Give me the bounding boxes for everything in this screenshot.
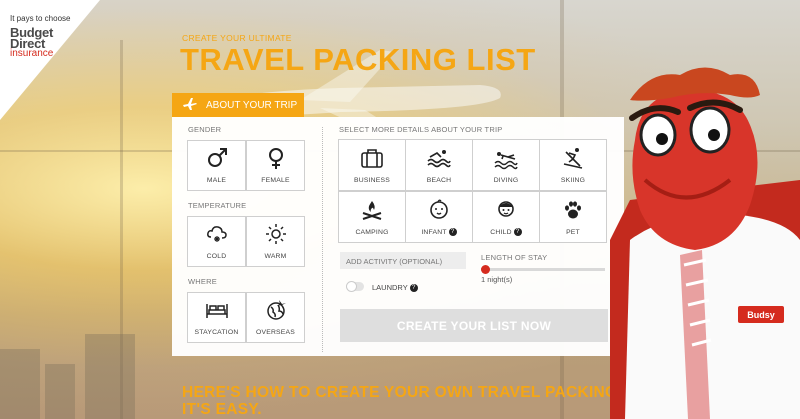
globe-icon (264, 298, 288, 324)
length-of-stay-slider[interactable] (481, 268, 605, 271)
cold-icon (205, 222, 229, 248)
help-icon[interactable]: ? (448, 228, 457, 236)
toggle-knob (346, 281, 357, 292)
howto-heading-line2: IT'S EASY. (182, 401, 262, 418)
column-divider (322, 127, 323, 352)
skier-icon (561, 146, 585, 172)
option-label: COLD (206, 253, 227, 260)
page-title: TRAVEL PACKING LIST (180, 42, 536, 77)
length-of-stay-value: 1 night(s) (481, 275, 513, 284)
bed-icon (205, 298, 229, 324)
waves-icon (427, 146, 451, 172)
detail-business-option[interactable]: BUSINESS (338, 139, 406, 191)
option-label: DIVING (493, 177, 519, 184)
help-icon[interactable]: ? (409, 284, 418, 293)
briefcase-icon (360, 146, 384, 172)
temperature-cold-option[interactable]: COLD (187, 216, 246, 267)
where-staycation-option[interactable]: STAYCATION (187, 292, 246, 343)
paw-icon (561, 198, 585, 224)
background-building (0, 349, 40, 419)
option-label: BUSINESS (354, 177, 390, 184)
add-activity-input[interactable]: ADD ACTIVITY (OPTIONAL) (340, 252, 466, 269)
option-label: CAMPING (355, 229, 389, 236)
brand-insurance: insurance (10, 48, 54, 59)
male-icon (205, 146, 229, 172)
detail-child-option[interactable]: CHILD? (472, 191, 540, 243)
detail-infant-option[interactable]: INFANT? (405, 191, 473, 243)
option-label: STAYCATION (194, 329, 239, 336)
detail-diving-option[interactable]: DIVING (472, 139, 540, 191)
baby-icon (427, 197, 451, 223)
campfire-icon (360, 198, 384, 224)
howto-heading-line1: HERE'S HOW TO CREATE YOUR OWN TRAVEL PAC… (182, 384, 660, 401)
sun-icon (264, 222, 288, 248)
help-icon[interactable]: ? (513, 228, 522, 236)
option-label: SKIING (560, 177, 586, 184)
detail-pet-option[interactable]: PET (539, 191, 607, 243)
gender-female-option[interactable]: FEMALE (246, 140, 305, 191)
brand-logo[interactable]: Budget Direct (10, 26, 53, 50)
detail-camping-option[interactable]: CAMPING (338, 191, 406, 243)
option-label: FEMALE (261, 177, 290, 184)
background-building (85, 334, 135, 419)
option-label: CHILD? (490, 228, 522, 236)
female-icon (264, 146, 288, 172)
background-building (45, 364, 75, 419)
detail-beach-option[interactable]: BEACH (405, 139, 473, 191)
details-label: SELECT MORE DETAILS ABOUT YOUR TRIP (339, 125, 503, 134)
option-label: WARM (264, 253, 287, 260)
option-label: OVERSEAS (256, 329, 295, 336)
where-label: WHERE (188, 277, 217, 286)
option-label: BEACH (426, 177, 452, 184)
gender-male-option[interactable]: MALE (187, 140, 246, 191)
option-label: MALE (206, 177, 227, 184)
tab-about-your-trip[interactable]: ABOUT YOUR TRIP (172, 93, 304, 117)
option-label: PET (566, 229, 580, 236)
laundry-label: LAUNDRY? (372, 283, 418, 293)
option-label: INFANT? (421, 228, 457, 236)
laundry-toggle[interactable] (346, 281, 364, 292)
mascot-badge: Budsy (747, 310, 775, 320)
gender-label: GENDER (188, 125, 222, 134)
diver-icon (494, 146, 518, 172)
detail-skiing-option[interactable]: SKIING (539, 139, 607, 191)
mascot-puppet: Budsy (610, 67, 800, 419)
tab-label: ABOUT YOUR TRIP (206, 99, 298, 111)
temperature-warm-option[interactable]: WARM (246, 216, 305, 267)
temperature-label: TEMPERATURE (188, 201, 247, 210)
length-of-stay-label: LENGTH OF STAY (481, 253, 548, 262)
child-icon (494, 197, 518, 223)
brand-tagline: It pays to choose (10, 14, 71, 23)
create-list-button[interactable]: CREATE YOUR LIST NOW (340, 309, 608, 342)
slider-handle[interactable] (481, 265, 490, 274)
where-overseas-option[interactable]: OVERSEAS (246, 292, 305, 343)
airplane-icon (182, 97, 198, 114)
